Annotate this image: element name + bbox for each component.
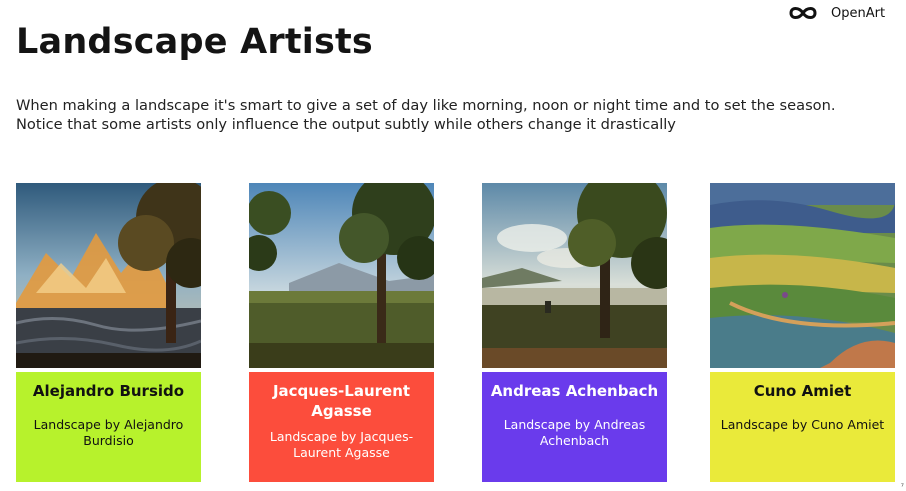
card-info: Andreas Achenbach Landscape by Andreas A… — [482, 372, 667, 482]
brand-name: OpenArt — [831, 5, 886, 21]
brand[interactable]: OpenArt — [787, 5, 885, 21]
artwork-image-achenbach — [482, 183, 667, 368]
artist-description: Landscape by Alejandro Burdisio — [33, 417, 184, 448]
card-info: Alejandro Bursido Landscape by Alejandro… — [16, 372, 201, 482]
artist-name: Jacques-Laurent Agasse — [272, 382, 411, 420]
artist-card-agasse[interactable]: Jacques-Laurent Agasse Landscape by Jacq… — [249, 183, 434, 482]
artist-card-amiet[interactable]: Cuno Amiet Landscape by Cuno Amiet — [710, 183, 895, 482]
artist-name: Alejandro Bursido — [32, 382, 185, 400]
card-info: Cuno Amiet Landscape by Cuno Amiet — [710, 372, 895, 482]
artist-name: Cuno Amiet — [753, 382, 852, 400]
artist-description: Landscape by Cuno Amiet — [720, 417, 885, 432]
artwork-image-agasse — [249, 183, 434, 368]
corner-mark: ⁷ — [900, 482, 904, 491]
card-info: Jacques-Laurent Agasse Landscape by Jacq… — [249, 372, 434, 482]
artist-description: Landscape by Andreas Achenbach — [503, 417, 646, 448]
artist-card-achenbach[interactable]: Andreas Achenbach Landscape by Andreas A… — [482, 183, 667, 482]
artist-card-bursido[interactable]: Alejandro Bursido Landscape by Alejandro… — [16, 183, 201, 482]
infinity-logo-icon — [787, 5, 819, 21]
artwork-image-bursido — [16, 183, 201, 368]
artist-description: Landscape by Jacques-Laurent Agasse — [269, 429, 414, 460]
page-title: Landscape Artists — [16, 22, 373, 62]
artwork-image-amiet — [710, 183, 895, 368]
artist-name: Andreas Achenbach — [490, 382, 659, 400]
intro-text: When making a landscape it's smart to gi… — [16, 97, 836, 133]
